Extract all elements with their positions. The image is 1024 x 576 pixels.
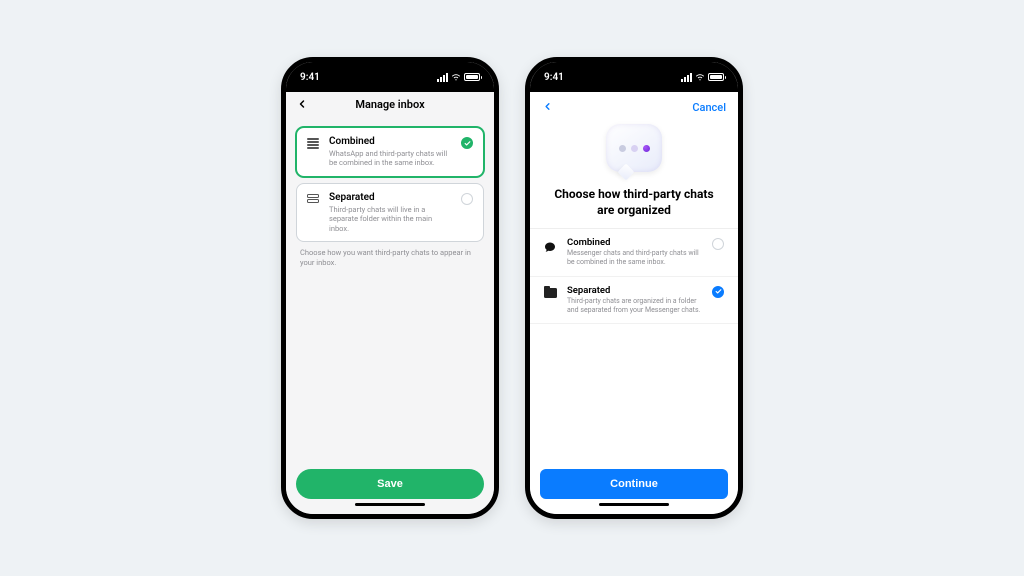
radio-unselected[interactable] <box>461 193 473 205</box>
option-subtitle: Third-party chats are organized in a fol… <box>567 297 703 315</box>
back-button[interactable] <box>542 98 553 116</box>
option-separated[interactable]: Separated Third-party chats will live in… <box>296 183 484 242</box>
dynamic-island <box>603 68 665 84</box>
option-separated[interactable]: Separated Third-party chats are organize… <box>530 277 738 324</box>
home-indicator <box>599 503 669 507</box>
option-combined[interactable]: Combined Messenger chats and third-party… <box>530 229 738 276</box>
option-title: Separated <box>329 192 453 203</box>
back-button[interactable] <box>296 96 308 114</box>
radio-selected[interactable] <box>461 137 473 149</box>
phone-whatsapp: 9:41 Manage inbox Combin <box>281 57 499 519</box>
check-icon <box>464 140 471 147</box>
save-button[interactable]: Save <box>296 469 484 499</box>
hero: Choose how third-party chats are organiz… <box>530 122 738 228</box>
home-indicator <box>355 503 425 507</box>
radio-selected[interactable] <box>712 286 724 298</box>
status-time: 9:41 <box>544 72 564 83</box>
battery-icon <box>708 73 724 81</box>
dynamic-island <box>359 68 421 84</box>
cellular-icon <box>681 73 692 82</box>
separated-icon <box>307 194 321 204</box>
chevron-left-icon <box>296 98 308 110</box>
phone-messenger: 9:41 Cancel Choose how third-party chats… <box>525 57 743 519</box>
option-subtitle: WhatsApp and third-party chats will be c… <box>329 149 453 168</box>
heading: Choose how third-party chats are organiz… <box>546 186 722 218</box>
check-icon <box>715 288 722 295</box>
chat-icon <box>544 238 558 257</box>
help-text: Choose how you want third-party chats to… <box>296 242 484 268</box>
combined-icon <box>307 138 321 149</box>
option-title: Separated <box>567 285 703 296</box>
wifi-icon <box>695 72 705 82</box>
chevron-left-icon <box>542 101 553 112</box>
status-bar: 9:41 <box>530 62 738 92</box>
option-subtitle: Messenger chats and third-party chats wi… <box>567 249 703 267</box>
continue-button[interactable]: Continue <box>540 469 728 499</box>
option-combined[interactable]: Combined WhatsApp and third-party chats … <box>296 127 484 177</box>
option-subtitle: Third-party chats will live in a separat… <box>329 205 453 233</box>
status-bar: 9:41 <box>286 62 494 92</box>
status-icons <box>681 72 724 82</box>
cellular-icon <box>437 73 448 82</box>
option-title: Combined <box>567 237 703 248</box>
nav-bar: Manage inbox <box>286 92 494 119</box>
status-time: 9:41 <box>300 72 320 83</box>
folder-icon <box>544 286 558 298</box>
wifi-icon <box>451 72 461 82</box>
battery-icon <box>464 73 480 81</box>
nav-bar: Cancel <box>530 92 738 122</box>
chat-bubble-icon <box>606 124 662 172</box>
page-title: Manage inbox <box>355 98 424 111</box>
cancel-button[interactable]: Cancel <box>692 101 726 114</box>
radio-unselected[interactable] <box>712 238 724 250</box>
status-icons <box>437 72 480 82</box>
option-title: Combined <box>329 136 453 147</box>
